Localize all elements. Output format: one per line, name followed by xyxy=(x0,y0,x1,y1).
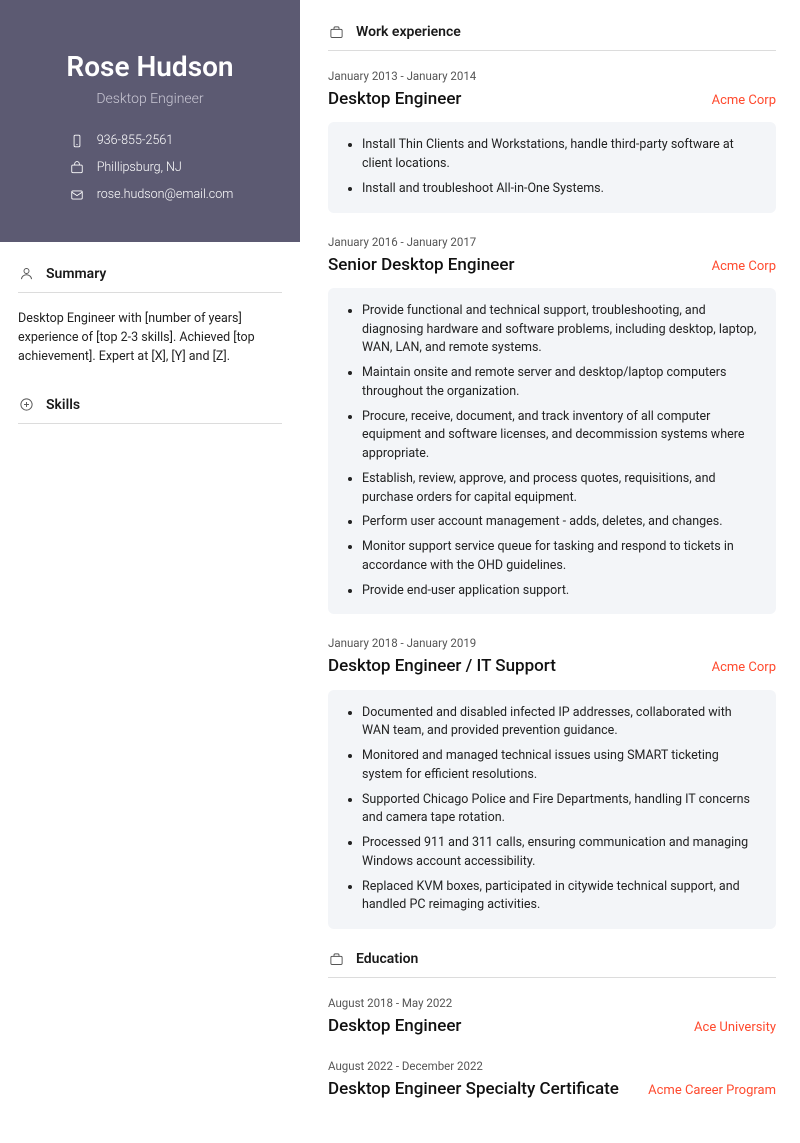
sidebar-header: Rose Hudson Desktop Engineer 936-855-256… xyxy=(0,0,300,242)
education-heading-text: Education xyxy=(356,951,418,967)
bullet-item: Install and troubleshoot All-in-One Syst… xyxy=(362,180,760,199)
contact-location: Phillipsburg, NJ xyxy=(67,160,234,175)
education-entries: August 2018 - May 2022 Desktop Engineer Ac… xyxy=(328,996,776,1101)
person-title: Desktop Engineer xyxy=(20,91,280,107)
skills-heading: Skills xyxy=(18,397,282,424)
bullet-list: Documented and disabled infected IP addr… xyxy=(328,690,776,930)
entry-title: Desktop Engineer / IT Support xyxy=(328,656,556,677)
date-range: January 2018 - January 2019 xyxy=(328,636,776,650)
contact-phone-text: 936-855-2561 xyxy=(97,133,174,148)
entry-header: Desktop Engineer Specialty Certificate Ac… xyxy=(328,1079,776,1100)
work-heading: Work experience xyxy=(328,24,776,51)
entry-header: Desktop Engineer Ace University xyxy=(328,1016,776,1037)
date-range: August 2022 - December 2022 xyxy=(328,1059,776,1073)
briefcase-icon xyxy=(328,951,344,967)
work-heading-text: Work experience xyxy=(356,24,461,40)
entry-title: Desktop Engineer xyxy=(328,89,461,110)
entry-org: Acme Corp xyxy=(712,259,776,274)
entry-org: Acme Career Program xyxy=(648,1083,776,1098)
date-range: January 2016 - January 2017 xyxy=(328,235,776,249)
date-range: August 2018 - May 2022 xyxy=(328,996,776,1010)
entry: January 2013 - January 2014 Desktop Engin… xyxy=(328,69,776,213)
bullet-item: Perform user account management - adds, … xyxy=(362,513,760,532)
summary-text: Desktop Engineer with [number of years] … xyxy=(18,309,282,367)
entry: January 2016 - January 2017 Senior Deskto… xyxy=(328,235,776,615)
bullet-item: Monitor support service queue for taskin… xyxy=(362,538,760,576)
briefcase-icon xyxy=(328,24,344,40)
entry-title: Senior Desktop Engineer xyxy=(328,255,515,276)
plus-icon xyxy=(18,397,34,413)
person-icon xyxy=(18,266,34,282)
bullet-item: Provide functional and technical support… xyxy=(362,302,760,358)
main-column: Work experience January 2013 - January 2… xyxy=(300,0,800,1143)
contact-location-text: Phillipsburg, NJ xyxy=(97,160,182,175)
entry-header: Desktop Engineer / IT Support Acme Corp xyxy=(328,656,776,677)
bullet-item: Procure, receive, document, and track in… xyxy=(362,408,760,464)
skills-heading-text: Skills xyxy=(46,397,80,413)
bullet-item: Supported Chicago Police and Fire Depart… xyxy=(362,791,760,829)
entry-header: Desktop Engineer Acme Corp xyxy=(328,89,776,110)
entry: August 2022 - December 2022 Desktop Engin… xyxy=(328,1059,776,1100)
entry-title: Desktop Engineer Specialty Certificate xyxy=(328,1079,619,1100)
bullet-list: Provide functional and technical support… xyxy=(328,288,776,615)
entry-title: Desktop Engineer xyxy=(328,1016,461,1037)
education-heading: Education xyxy=(328,951,776,978)
bullet-item: Establish, review, approve, and process … xyxy=(362,470,760,508)
email-icon xyxy=(67,188,87,202)
bullet-item: Replaced KVM boxes, participated in city… xyxy=(362,878,760,916)
date-range: January 2013 - January 2014 xyxy=(328,69,776,83)
bullet-item: Documented and disabled infected IP addr… xyxy=(362,704,760,742)
summary-heading-text: Summary xyxy=(46,266,106,282)
bullet-list: Install Thin Clients and Workstations, h… xyxy=(328,122,776,212)
entry: August 2018 - May 2022 Desktop Engineer Ac… xyxy=(328,996,776,1037)
entry-org: Acme Corp xyxy=(712,93,776,108)
resume-page: Rose Hudson Desktop Engineer 936-855-256… xyxy=(0,0,800,1143)
entry-header: Senior Desktop Engineer Acme Corp xyxy=(328,255,776,276)
bullet-item: Processed 911 and 311 calls, ensuring co… xyxy=(362,834,760,872)
entry-org: Ace University xyxy=(694,1020,776,1035)
phone-icon xyxy=(67,134,87,148)
contact-list: 936-855-2561 Phillipsburg, NJ rose.hudso… xyxy=(67,133,234,202)
contact-email-text: rose.hudson@email.com xyxy=(97,187,234,202)
bullet-item: Install Thin Clients and Workstations, h… xyxy=(362,136,760,174)
sidebar: Rose Hudson Desktop Engineer 936-855-256… xyxy=(0,0,300,1143)
summary-heading: Summary xyxy=(18,266,282,293)
contact-phone: 936-855-2561 xyxy=(67,133,234,148)
person-name: Rose Hudson xyxy=(20,50,280,83)
entry: January 2018 - January 2019 Desktop Engin… xyxy=(328,636,776,929)
bullet-item: Monitored and managed technical issues u… xyxy=(362,747,760,785)
bullet-item: Provide end-user application support. xyxy=(362,582,760,601)
location-icon xyxy=(67,161,87,175)
sidebar-body: Summary Desktop Engineer with [number of… xyxy=(0,242,300,460)
entry-org: Acme Corp xyxy=(712,660,776,675)
work-entries: January 2013 - January 2014 Desktop Engin… xyxy=(328,69,776,929)
contact-email: rose.hudson@email.com xyxy=(67,187,234,202)
bullet-item: Maintain onsite and remote server and de… xyxy=(362,364,760,402)
